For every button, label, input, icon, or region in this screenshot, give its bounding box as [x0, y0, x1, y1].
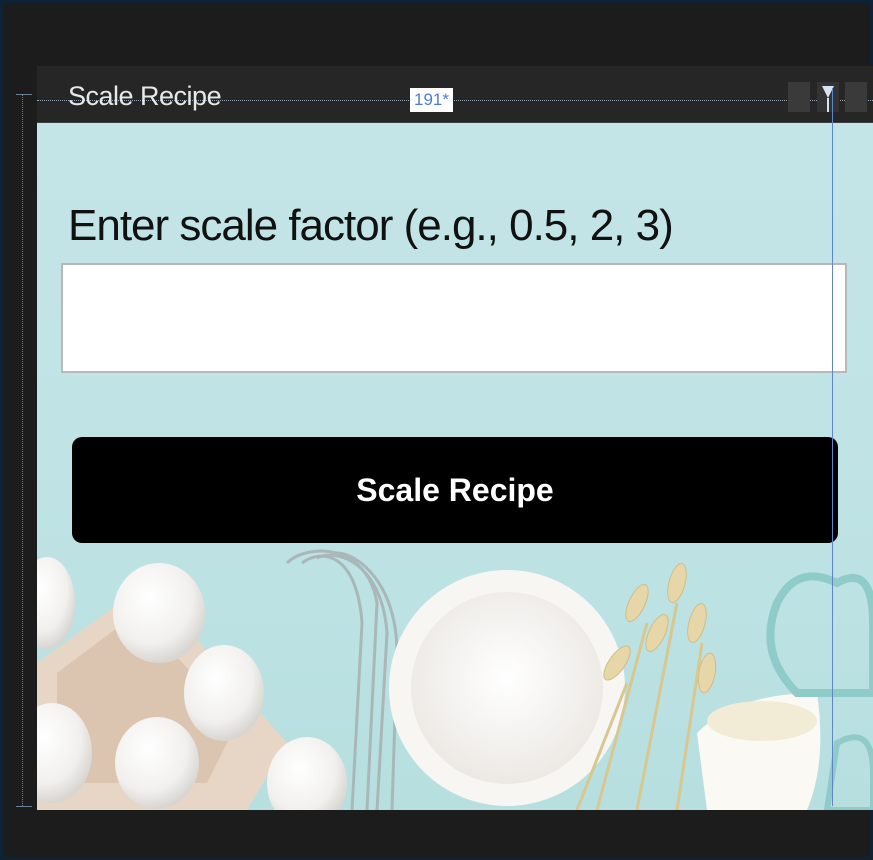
size-badge: 191* [410, 88, 453, 112]
close-button[interactable] [845, 82, 867, 112]
maximize-button[interactable] [817, 82, 839, 112]
baking-ingredients-image [37, 549, 873, 810]
window-title: Scale Recipe [68, 81, 222, 111]
right-guide-line [832, 88, 833, 806]
app-window: Scale Recipe 191* Enter scale factor (e.… [37, 66, 873, 810]
scale-factor-input[interactable] [61, 263, 847, 373]
left-guide-line [22, 94, 23, 806]
scale-factor-label: Enter scale factor (e.g., 0.5, 2, 3) [68, 201, 674, 250]
scale-recipe-button[interactable]: Scale Recipe [72, 437, 838, 543]
window-content: Enter scale factor (e.g., 0.5, 2, 3) Sca… [37, 123, 873, 810]
guide-tick-bottom [16, 806, 32, 807]
title-bar: Scale Recipe 191* [37, 66, 873, 123]
triangle-down-icon [822, 86, 834, 112]
minimize-button[interactable] [788, 82, 810, 112]
designer-canvas: Scale Recipe 191* Enter scale factor (e.… [0, 0, 873, 860]
guide-tick-top [16, 94, 32, 95]
